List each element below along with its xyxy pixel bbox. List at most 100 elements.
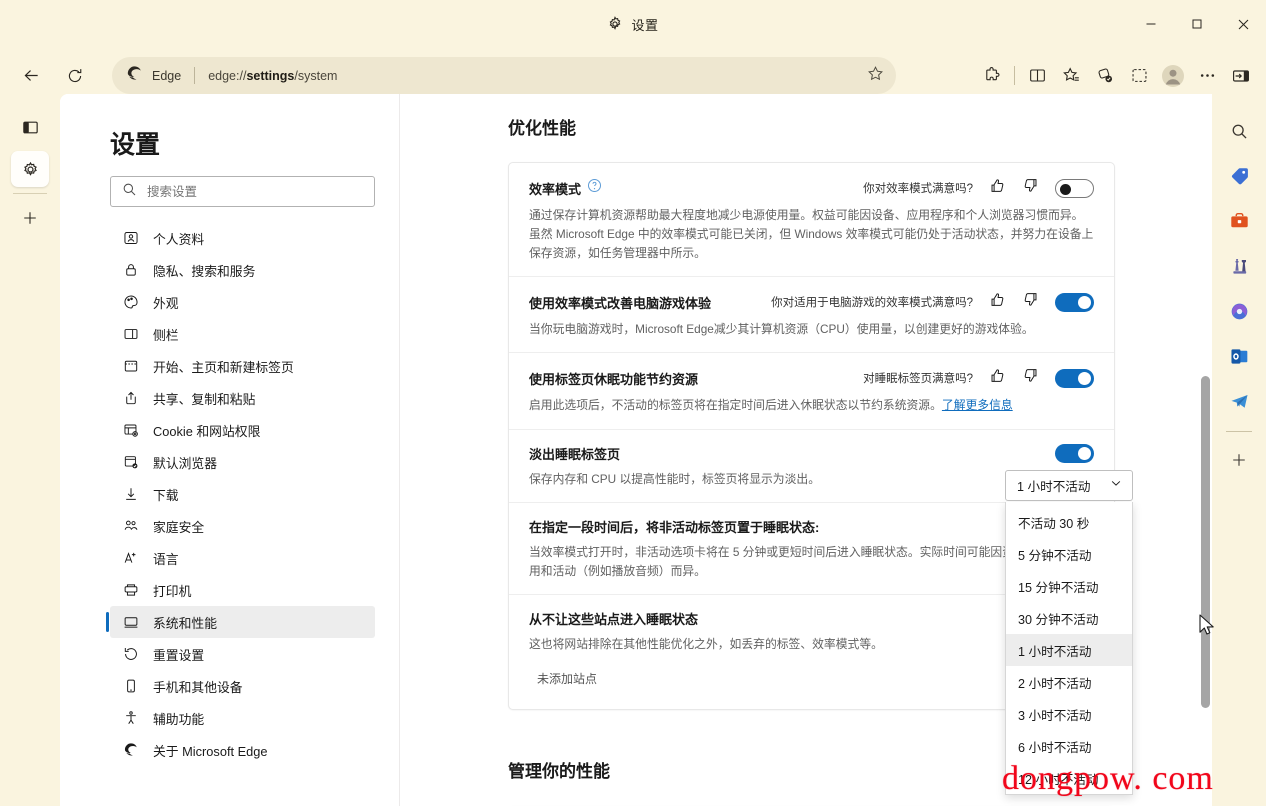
favorites-icon[interactable] [1054, 59, 1088, 93]
sidebar-icon [122, 325, 140, 343]
sidebar-item-sidebar[interactable]: 侧栏 [110, 318, 375, 350]
sidebar-item-family[interactable]: 家庭安全 [110, 510, 375, 542]
omnibox-url[interactable]: edge://settings/system [208, 69, 858, 83]
chevron-down-icon [1109, 476, 1123, 495]
sidebar-item-label: 开始、主页和新建标签页 [153, 359, 294, 375]
sidebar-item-cookies[interactable]: Cookie 和网站权限 [110, 414, 375, 446]
sidebar-games-icon[interactable] [1222, 249, 1256, 283]
dropdown-option-selected[interactable]: 1 小时不活动 [1006, 634, 1132, 666]
sidebar-item-printer[interactable]: 打印机 [110, 574, 375, 606]
sidebar-outlook-icon[interactable] [1222, 339, 1256, 373]
sidebar-toggle-icon[interactable] [1224, 59, 1258, 93]
browser-window: 设置 Edge edge://settings/system 设置 搜索设置 个… [0, 0, 1266, 806]
sidebar-copilot-icon[interactable] [1222, 294, 1256, 328]
sidebar-item-share[interactable]: 共享、复制和粘贴 [110, 382, 375, 414]
thumbs-down-icon[interactable] [1022, 291, 1039, 313]
minimize-button[interactable] [1128, 0, 1174, 48]
scrollbar-thumb[interactable] [1201, 376, 1210, 708]
refresh-button[interactable] [58, 59, 92, 93]
close-button[interactable] [1220, 0, 1266, 48]
dropdown-option[interactable]: 6 小时不活动 [1006, 730, 1132, 762]
row-header: 淡出睡眠标签页 [529, 443, 1094, 463]
extensions-icon[interactable] [975, 59, 1009, 93]
mouse-cursor [1199, 614, 1216, 643]
back-button[interactable] [14, 59, 48, 93]
dropdown-option[interactable]: 30 分钟不活动 [1006, 602, 1132, 634]
setting-row-efficiency-mode: 效率模式 你对效率模式满意吗? 通过保存计算机资源帮助最大程度地减少电源使用量。… [509, 163, 1114, 278]
toggle-efficiency-mode[interactable] [1055, 178, 1094, 198]
thumbs-down-icon[interactable] [1022, 367, 1039, 389]
tab-list-icon[interactable] [11, 109, 49, 145]
sidebar-item-label: Cookie 和网站权限 [153, 423, 261, 439]
sidebar-shopping-icon[interactable] [1222, 159, 1256, 193]
share-icon [122, 389, 140, 407]
settings-tab-icon[interactable] [11, 151, 49, 187]
row-controls [1055, 443, 1094, 463]
toolbar-divider [1014, 66, 1015, 85]
maximize-button[interactable] [1174, 0, 1220, 48]
dropdown-option[interactable]: 不活动 30 秒 [1006, 506, 1132, 538]
settings-search[interactable] [110, 176, 375, 207]
star-icon[interactable] [867, 65, 884, 87]
sidebar-add-icon[interactable] [1222, 443, 1256, 477]
sidebar-item-phone[interactable]: 手机和其他设备 [110, 670, 375, 702]
edge-logo-icon [126, 65, 143, 87]
sidebar-item-downloads[interactable]: 下载 [110, 478, 375, 510]
dropdown-option[interactable]: 2 小时不活动 [1006, 666, 1132, 698]
sidebar-item-label: 默认浏览器 [153, 455, 217, 471]
sidebar-item-appearance[interactable]: 外观 [110, 286, 375, 318]
new-tab-icon[interactable] [11, 200, 49, 236]
sidebar-item-language[interactable]: 语言 [110, 542, 375, 574]
content-scrollbar[interactable] [1199, 94, 1212, 806]
collections-icon[interactable] [1088, 59, 1122, 93]
sidebar-item-about[interactable]: 关于 Microsoft Edge [110, 734, 375, 766]
start-home-icon [122, 357, 140, 375]
thumbs-down-icon[interactable] [1022, 177, 1039, 199]
setting-row-gaming-efficiency: 使用效率模式改善电脑游戏体验 你对适用于电脑游戏的效率模式满意吗? 当你玩电脑游… [509, 277, 1114, 354]
row-title: 在指定一段时间后，将非活动标签页置于睡眠状态: [529, 519, 820, 535]
vertical-tab-rail [0, 103, 60, 806]
dropdown-option[interactable]: 5 分钟不活动 [1006, 538, 1132, 570]
row-description: 启用此选项后，不活动的标签页将在指定时间后进入休眠状态以节约系统资源。了解更多信… [529, 396, 1094, 415]
learn-more-link[interactable]: 了解更多信息 [942, 398, 1013, 412]
row-controls: 你对适用于电脑游戏的效率模式满意吗? [771, 291, 1094, 313]
thumbs-up-icon[interactable] [989, 367, 1006, 389]
sidebar-item-reset[interactable]: 重置设置 [110, 638, 375, 670]
sidebar-tools-icon[interactable] [1222, 204, 1256, 238]
sidebar-item-start-home[interactable]: 开始、主页和新建标签页 [110, 350, 375, 382]
toggle-gaming-efficiency[interactable] [1055, 292, 1094, 312]
sidebar-item-label: 手机和其他设备 [153, 679, 243, 695]
sidebar-item-privacy[interactable]: 隐私、搜索和服务 [110, 254, 375, 286]
address-bar[interactable]: Edge edge://settings/system [112, 57, 896, 94]
avatar[interactable] [1156, 59, 1190, 93]
sidebar-item-default-browser[interactable]: 默认浏览器 [110, 446, 375, 478]
window-title-group: 设置 [0, 0, 1266, 48]
sidebar-item-profile[interactable]: 个人资料 [110, 222, 375, 254]
screenshot-icon[interactable] [1122, 59, 1156, 93]
row-controls: 对睡眠标签页满意吗? [863, 367, 1094, 389]
more-options-icon[interactable] [1190, 59, 1224, 93]
help-icon[interactable] [587, 178, 602, 198]
sidebar-item-label: 家庭安全 [153, 519, 205, 535]
rail-divider [13, 193, 47, 194]
sleep-timer-dropdown[interactable]: 1 小时不活动 [1005, 470, 1133, 501]
search-input[interactable] [147, 184, 347, 199]
toggle-sleeping-tabs[interactable] [1055, 368, 1094, 388]
sidebar-search-icon[interactable] [1222, 114, 1256, 148]
sidebar-item-label: 下载 [153, 487, 179, 503]
omnibox-brand: Edge [152, 68, 182, 83]
thumbs-up-icon[interactable] [989, 177, 1006, 199]
download-icon [122, 485, 140, 503]
dropdown-option[interactable]: 3 小时不活动 [1006, 698, 1132, 730]
accessibility-icon [122, 709, 140, 727]
thumbs-up-icon[interactable] [989, 291, 1006, 313]
toggle-fade-sleeping-tabs[interactable] [1055, 443, 1094, 463]
watermark: dongpow. com [1002, 760, 1214, 797]
lock-icon [122, 261, 140, 279]
sidebar-item-accessibility[interactable]: 辅助功能 [110, 702, 375, 734]
sidebar-telegram-icon[interactable] [1222, 384, 1256, 418]
sidebar-item-system[interactable]: 系统和性能 [106, 606, 375, 638]
split-screen-icon[interactable] [1020, 59, 1054, 93]
dropdown-option[interactable]: 15 分钟不活动 [1006, 570, 1132, 602]
cookie-icon [122, 421, 140, 439]
